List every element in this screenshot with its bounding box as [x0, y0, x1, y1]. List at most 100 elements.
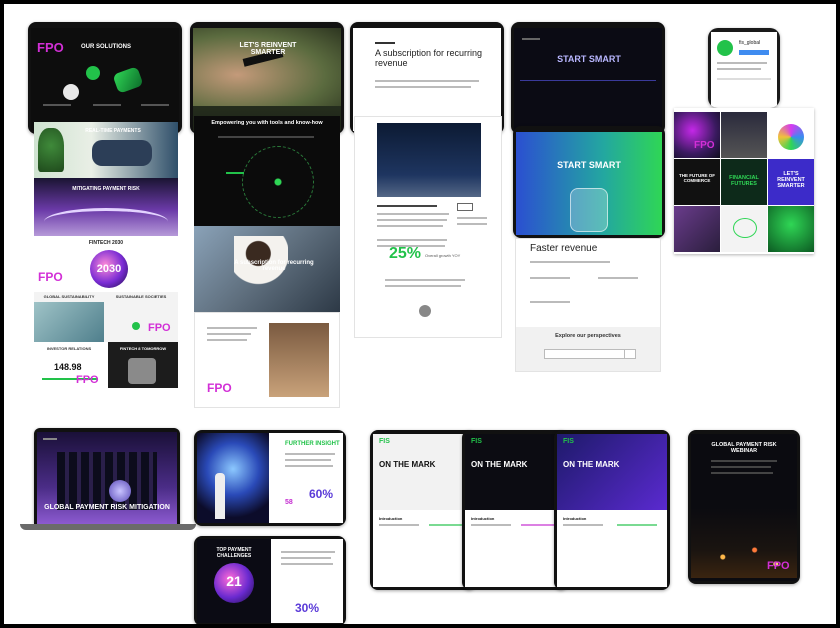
further-mini-stat: 58	[285, 499, 293, 506]
intro-label: Introduction	[563, 516, 587, 521]
fis-logo: FIS	[379, 438, 390, 445]
explore-strip: Explore our perspectives	[516, 327, 660, 371]
sidebar-box	[457, 203, 473, 211]
green-dot	[132, 322, 140, 330]
laptop-risk-mitigation: GLOBAL PAYMENT RISK MITIGATION	[34, 428, 180, 524]
fis-logo: FIS	[563, 438, 574, 445]
intro-label: Introduction	[471, 516, 495, 521]
explore-title: Explore our perspectives	[555, 333, 621, 339]
section-sustainability: GLOBAL SUSTAINABILITY SUSTAINABLE SOCIET…	[34, 292, 178, 342]
fpo-mark: FPO	[207, 381, 232, 395]
further-title: FURTHER INSIGHT	[285, 441, 340, 447]
wave-photo	[34, 302, 104, 342]
grid-tile-green-person	[768, 206, 814, 252]
sustainable-societies-label: SUSTAINABLE SOCIETIES	[115, 294, 167, 299]
section-fintech-tomorrow: FINTECH 8 TOMORROW	[108, 342, 178, 388]
reinvent-label: LET'S REINVENT SMARTER	[777, 171, 805, 189]
empower-title: Empowering you with tools and know-how	[211, 120, 323, 126]
tablet-webinar: GLOBAL PAYMENT RISK WEBINAR FPO	[688, 430, 800, 584]
commerce-label: THE FUTURE OF COMMERCE	[679, 173, 715, 183]
fintech-title: FINTECH 2030	[88, 240, 124, 246]
tablet-start-smart-green: START SMART	[513, 126, 665, 238]
laptop-title: GLOBAL PAYMENT RISK MITIGATION	[44, 504, 170, 511]
start-smart-title: START SMART	[557, 54, 621, 64]
on-the-mark-title: ON THE MARK	[563, 460, 620, 469]
overlay-title: A subscription for recurring revenue	[234, 260, 314, 272]
grid-tile-portrait	[721, 112, 767, 158]
tablet-payment-challenges: TOP PAYMENT CHALLENGES 21 30%	[194, 536, 346, 624]
intro-label: Introduction	[379, 516, 403, 521]
person-photo	[269, 323, 329, 397]
network-graphic	[242, 146, 314, 218]
article-title: A subscription for recurring revenue	[375, 48, 483, 68]
tablet-on-the-mark-light: FIS ON THE MARK Introduction	[370, 430, 476, 590]
section-realtime: REAL-TIME PAYMENTS	[34, 122, 178, 178]
device-photo	[128, 358, 156, 384]
global-sustainability-label: GLOBAL SUSTAINABILITY	[43, 294, 95, 299]
moodboard-canvas: FPO OUR SOLUTIONS REAL-TIME PAYMENTS MIT…	[4, 4, 836, 624]
investor-relations-label: INVESTOR RELATIONS	[46, 346, 92, 351]
green-orb	[86, 66, 100, 80]
tunnel-photo	[197, 433, 269, 523]
circuit-lines	[520, 80, 656, 128]
fintech-tomorrow-label: FINTECH 8 TOMORROW	[119, 346, 167, 351]
fpo-mark: FPO	[38, 270, 63, 284]
on-the-mark-title: ON THE MARK	[379, 460, 436, 469]
green-ribbon	[112, 66, 144, 94]
realtime-title: REAL-TIME PAYMENTS	[85, 128, 141, 134]
section-article-body: 25% Overall growth YOY	[354, 116, 502, 338]
person-figure	[215, 473, 225, 519]
fpo-mark: FPO	[767, 560, 790, 572]
phone-social-profile: fis_global	[708, 28, 780, 108]
our-solutions-title: OUR SOLUTIONS	[80, 44, 131, 50]
follow-button[interactable]	[739, 50, 769, 55]
tablet-on-the-mark-dark: FIS ON THE MARK Introduction	[462, 430, 568, 590]
on-the-mark-hero	[373, 434, 473, 510]
growth-stat: 25%	[389, 245, 422, 262]
on-the-mark-hero	[465, 434, 565, 510]
fis-logo: FIS	[471, 438, 482, 445]
white-orb	[63, 84, 79, 100]
further-pct: 60%	[309, 487, 334, 501]
fpo-mark: FPO	[37, 40, 64, 55]
grid-tile-neon: FPO	[674, 112, 720, 158]
profile-handle: fis_global	[739, 40, 761, 46]
night-sky-photo	[377, 123, 481, 197]
stock-value: 148.98	[54, 362, 82, 372]
phone-graphic	[570, 188, 608, 232]
plant-photo	[38, 128, 64, 172]
section-fintech2030: FINTECH 2030 FPO 2030	[34, 236, 178, 292]
tablet-solutions-site: FPO OUR SOLUTIONS	[28, 22, 182, 134]
social-grid: FPO THE FUTURE OF COMMERCE FINANCIAL FUT…	[674, 108, 814, 254]
laptop-base	[20, 524, 196, 530]
section-mitigating: MITIGATING PAYMENT RISK	[34, 178, 178, 236]
section-overlay-photo: A subscription for recurring revenue	[194, 226, 340, 312]
section-article: FPO	[194, 312, 340, 408]
webinar-title: GLOBAL PAYMENT RISK WEBINAR	[711, 442, 777, 454]
on-the-mark-title: ON THE MARK	[471, 460, 528, 469]
fpo-mark: FPO	[694, 140, 715, 151]
hands-photo	[193, 28, 341, 106]
tablet-start-smart-dark: START SMART	[511, 22, 665, 134]
profile-avatar	[717, 40, 733, 56]
handshake-photo	[92, 140, 152, 166]
author-avatar	[419, 305, 431, 317]
futures-label: FINANCIAL FUTURES	[729, 175, 759, 187]
section-investors: INVESTOR RELATIONS 148.98 FINTECH 8 TOMO…	[34, 342, 178, 388]
grid-tile-reinvent: LET'S REINVENT SMARTER	[768, 159, 814, 205]
on-the-mark-hero	[557, 434, 667, 510]
mitigating-title: MITIGATING PAYMENT RISK	[72, 186, 140, 192]
growth-stat-label: Overall growth YOY	[425, 253, 461, 258]
grid-tile-futures: FINANCIAL FUTURES	[721, 159, 767, 205]
start-smart-title: START SMART	[557, 160, 621, 170]
grid-tile-abstract	[674, 206, 720, 252]
hero-title: LET'S REINVENT SMARTER	[239, 42, 297, 56]
search-button[interactable]	[624, 349, 636, 359]
tablet-further-insight: FURTHER INSIGHT 58 60%	[194, 430, 346, 526]
arch-structure	[44, 208, 168, 235]
search-input[interactable]	[544, 349, 626, 359]
challenges-pct: 30%	[295, 601, 320, 615]
year-badge: 2030	[96, 263, 122, 275]
faster-revenue-title: Faster revenue	[530, 243, 598, 254]
city-skyline	[57, 452, 157, 510]
